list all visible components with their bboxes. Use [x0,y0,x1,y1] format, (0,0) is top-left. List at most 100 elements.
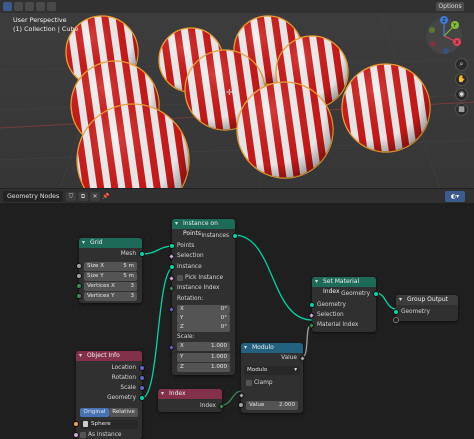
object-info-node[interactable]: Object Info Location Rotation Scale Geom… [73,351,145,439]
points-input-socket[interactable] [169,243,175,249]
viewport-header: Options [0,0,474,13]
viewport-subtitle: (1) Collection | Cube [13,25,79,33]
shield-icon[interactable]: ⛉ [66,192,76,201]
chevron-down-icon: ▾ [294,367,297,373]
sphere-shading [342,64,430,152]
overlay-toggle-icon[interactable]: ◐▾ [445,191,465,202]
instance-input-socket[interactable] [169,264,175,270]
clamp-checkbox[interactable] [246,380,252,386]
object-selector-field[interactable]: Sphere [80,420,138,429]
object-info-title[interactable]: Object Info [76,351,142,361]
grid-mesh-output-label: Mesh [120,251,136,257]
grid-vertices-y-socket[interactable] [76,293,82,299]
as-instance-checkbox[interactable] [80,432,86,438]
select-extend-icon[interactable] [14,2,23,11]
group-output-geometry-label: Geometry [401,309,430,315]
grid-mesh-output-socket[interactable] [139,251,145,257]
pick-instance-checkbox[interactable] [177,275,183,281]
set-material-geometry-output-socket[interactable] [373,291,379,297]
instance-input-label: Instance [177,264,202,270]
modulo-value-output-label: Value [281,355,297,361]
close-icon[interactable]: ✕ [90,192,100,201]
scale-z-field[interactable]: Z 1.000 [177,363,230,372]
gizmo-z-label: Z [442,18,446,24]
modulo-node[interactable]: Modulo Value Modulo▾ Clamp Value2.000 [237,343,307,413]
original-toggle[interactable]: Original [80,408,109,417]
rotation-x-field[interactable]: X 0° [177,305,230,314]
operation-dropdown[interactable]: Modulo ▾ [244,366,300,375]
grid-node[interactable]: Grid Mesh Size X5 m Size Y5 m Vertices X… [76,238,145,303]
sphere-shading [237,82,333,178]
select-intersect-icon[interactable] [47,2,56,11]
instance-on-points-node[interactable]: Instance on Points Instances Points Sele… [167,219,238,355]
select-invert-icon[interactable] [36,2,45,11]
object-geometry-output-socket[interactable] [139,395,145,401]
grid-node-title[interactable]: Grid [79,238,142,248]
grid-vertices-y-field[interactable]: Vertices Y3 [84,292,137,301]
navigation-gizmo[interactable]: X Y Z [424,16,464,56]
pin-icon[interactable]: 📌 [101,192,111,201]
rotation-output-socket[interactable] [139,375,145,381]
grid-size-y-field[interactable]: Size Y5 m [84,272,137,281]
blender-window: ✛ Options User Perspective (1) Collectio… [0,0,474,439]
object-geometry-output-label: Geometry [107,395,136,401]
modulo-value-field[interactable]: Value 2.000 [246,401,298,410]
rotation-label: Rotation: [177,296,204,302]
node-editor-header: Geometry Nodes ⛉ ⧉ ✕ 📌 ◐▾ [0,188,474,203]
grid-size-x-socket[interactable] [76,263,82,269]
clamp-label: Clamp [254,380,273,386]
pick-instance-label: Pick Instance [185,275,224,281]
index-node-title[interactable]: Index [158,389,222,399]
duplicate-icon[interactable]: ⧉ [78,192,88,201]
scale-output-label: Scale [120,385,136,391]
index-node[interactable]: Index Index [158,389,226,412]
modulo-node-title[interactable]: Modulo [241,343,303,353]
node-canvas[interactable]: Grid Mesh Size X5 m Size Y5 m Vertices X… [0,203,474,439]
grid-vertices-x-socket[interactable] [76,283,82,289]
grid-view-icon[interactable]: ▦ [455,103,468,116]
node-links [141,234,397,406]
rotation-y-field[interactable]: Y 0° [177,314,230,323]
as-instance-socket[interactable] [73,432,79,438]
group-output-title[interactable]: Group Output [396,295,458,305]
instances-output-label: Instances [201,233,229,239]
grid-size-x-field[interactable]: Size X5 m [84,262,137,271]
modulo-value-input-socket-2[interactable] [238,402,244,408]
location-output-label: Location [111,365,136,371]
options-dropdown[interactable]: Options [436,2,464,11]
select-subtract-icon[interactable] [25,2,34,11]
set-material-geometry-input-label: Geometry [317,302,346,308]
group-output-empty-socket[interactable] [393,317,399,323]
instance-on-points-title[interactable]: Instance on Points [172,219,235,237]
points-input-label: Points [177,243,195,249]
select-box-icon[interactable] [3,2,12,11]
group-output-node[interactable]: Group Output Geometry [393,295,458,323]
hand-icon[interactable]: ✋ [455,73,468,86]
scale-x-field[interactable]: X 1.000 [177,342,230,351]
3d-viewport[interactable]: ✛ Options User Perspective (1) Collectio… [0,0,474,188]
svg-text:✛: ✛ [226,88,233,97]
index-output-label: Index [200,403,216,409]
relative-toggle[interactable]: Relative [109,408,138,417]
zoom-icon[interactable]: ⌕ [455,58,468,71]
scale-output-socket[interactable] [139,385,145,391]
node-group-name-field[interactable]: Geometry Nodes [3,191,63,202]
material-index-input-label: Material Index [317,322,359,328]
group-output-geometry-socket[interactable] [393,309,399,315]
set-material-index-node[interactable]: Set Material Index Geometry Geometry Sel… [307,277,379,332]
instance-on-points-node-scale-rows[interactable]: Y 1.000 Z 1.000 [172,353,235,375]
scale-label: Scale: [177,334,195,340]
instances-output-socket[interactable] [232,233,238,239]
set-material-geometry-input-socket[interactable] [309,302,315,308]
gizmo-x-label: X [455,40,459,46]
rotation-z-field[interactable]: Z 0° [177,323,230,332]
location-output-socket[interactable] [139,365,145,371]
set-material-index-title[interactable]: Set Material Index [312,277,376,295]
grid-size-y-socket[interactable] [76,273,82,279]
selection-input-label: Selection [177,253,204,259]
object-input-socket[interactable] [73,421,79,427]
camera-icon[interactable]: ◉ [455,88,468,101]
grid-vertices-x-field[interactable]: Vertices X3 [84,282,137,291]
as-instance-label: As Instance [88,432,122,438]
scale-y-field[interactable]: Y 1.000 [177,353,230,362]
